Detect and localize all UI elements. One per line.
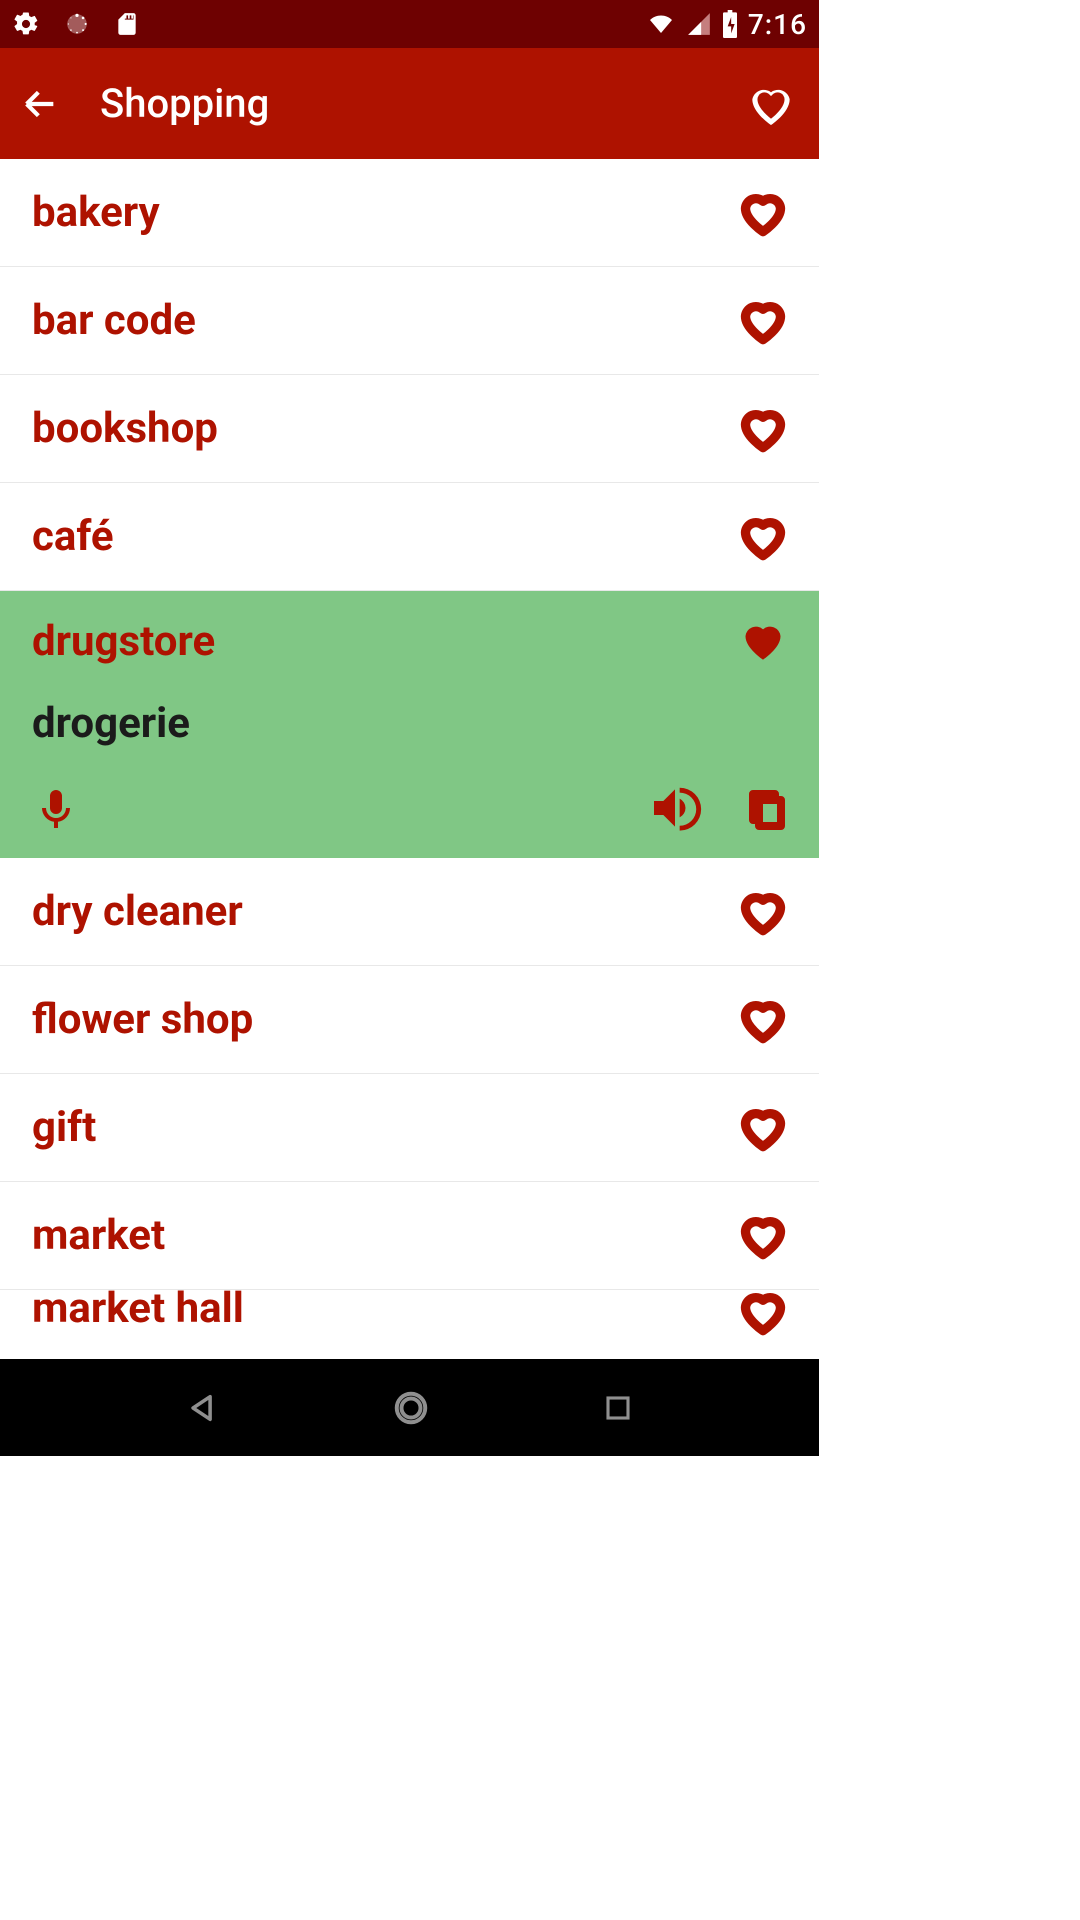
expanded-controls bbox=[32, 780, 791, 836]
heart-outline-icon bbox=[735, 1100, 791, 1156]
wifi-icon bbox=[646, 12, 676, 36]
signal-icon bbox=[686, 11, 712, 37]
favorite-button[interactable] bbox=[735, 1100, 791, 1156]
item-translation: drogerie bbox=[32, 699, 791, 748]
favorite-button[interactable] bbox=[735, 1208, 791, 1264]
list-item[interactable]: market hall bbox=[0, 1290, 819, 1340]
heart-outline-icon bbox=[735, 293, 791, 349]
header-favorite-button[interactable] bbox=[743, 76, 799, 132]
item-label: café bbox=[32, 512, 735, 561]
heart-filled-icon bbox=[735, 613, 791, 669]
square-recent-icon bbox=[603, 1393, 633, 1423]
word-list: bakery bar code bookshop café drugstore … bbox=[0, 159, 819, 1359]
heart-outline-icon bbox=[735, 509, 791, 565]
item-label: bookshop bbox=[32, 404, 735, 453]
nav-back-button[interactable] bbox=[186, 1391, 220, 1425]
status-left-icons bbox=[12, 9, 140, 39]
item-label: bakery bbox=[32, 188, 735, 237]
favorite-button[interactable] bbox=[735, 293, 791, 349]
triangle-back-icon bbox=[186, 1391, 220, 1425]
list-item[interactable]: bookshop bbox=[0, 375, 819, 483]
list-item[interactable]: flower shop bbox=[0, 966, 819, 1074]
heart-outline-icon bbox=[735, 185, 791, 241]
android-nav-bar bbox=[0, 1359, 819, 1456]
spinner-icon bbox=[64, 11, 90, 37]
page-title: Shopping bbox=[100, 80, 269, 127]
status-bar: 7:16 bbox=[0, 0, 819, 48]
play-audio-button[interactable] bbox=[647, 780, 703, 836]
item-label: dry cleaner bbox=[32, 887, 735, 936]
nav-home-button[interactable] bbox=[392, 1389, 430, 1427]
item-label: bar code bbox=[32, 296, 735, 345]
list-item[interactable]: bakery bbox=[0, 159, 819, 267]
item-label: gift bbox=[32, 1103, 735, 1152]
heart-outline-icon bbox=[735, 884, 791, 940]
app-bar: Shopping bbox=[0, 48, 819, 159]
heart-outline-icon bbox=[735, 1290, 791, 1340]
nav-recent-button[interactable] bbox=[603, 1393, 633, 1423]
item-label: flower shop bbox=[32, 995, 735, 1044]
favorite-button[interactable] bbox=[735, 509, 791, 565]
heart-outline-icon bbox=[743, 76, 799, 132]
copy-icon bbox=[743, 782, 791, 834]
sd-card-icon bbox=[114, 9, 140, 39]
favorite-button[interactable] bbox=[735, 401, 791, 457]
battery-charging-icon bbox=[722, 10, 738, 38]
heart-outline-icon bbox=[735, 992, 791, 1048]
status-time: 7:16 bbox=[748, 8, 807, 41]
favorite-button[interactable] bbox=[735, 185, 791, 241]
favorite-button[interactable] bbox=[735, 884, 791, 940]
arrow-left-icon bbox=[20, 84, 60, 124]
list-item[interactable]: café bbox=[0, 483, 819, 591]
item-label: market hall bbox=[32, 1290, 735, 1333]
list-item[interactable]: dry cleaner bbox=[0, 858, 819, 966]
list-item[interactable]: gift bbox=[0, 1074, 819, 1182]
heart-outline-icon bbox=[735, 1208, 791, 1264]
list-item[interactable]: bar code bbox=[0, 267, 819, 375]
item-label: market bbox=[32, 1211, 735, 1260]
volume-icon bbox=[647, 780, 703, 836]
gear-icon bbox=[12, 10, 40, 38]
favorite-button[interactable] bbox=[735, 1290, 791, 1340]
favorite-button[interactable] bbox=[735, 613, 791, 669]
record-button[interactable] bbox=[32, 780, 80, 836]
list-item-expanded[interactable]: drugstore drogerie bbox=[0, 591, 819, 858]
circle-home-icon bbox=[392, 1389, 430, 1427]
status-right-icons: 7:16 bbox=[646, 8, 807, 41]
list-item[interactable]: market bbox=[0, 1182, 819, 1290]
copy-button[interactable] bbox=[743, 782, 791, 834]
microphone-icon bbox=[32, 780, 80, 836]
heart-outline-icon bbox=[735, 401, 791, 457]
favorite-button[interactable] bbox=[735, 992, 791, 1048]
item-label: drugstore bbox=[32, 617, 735, 666]
back-button[interactable] bbox=[20, 84, 60, 124]
